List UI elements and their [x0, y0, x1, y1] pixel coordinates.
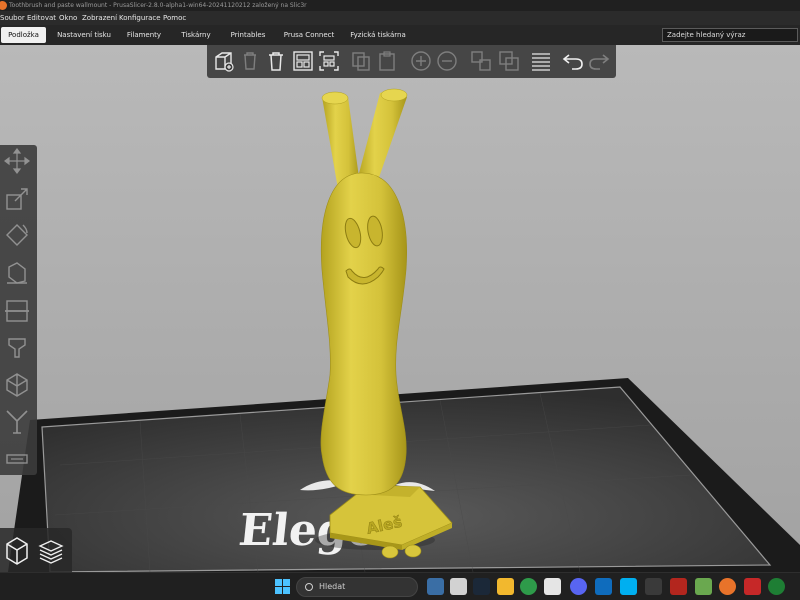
prusaslicer-app-icon[interactable]: [719, 578, 736, 595]
add-icon[interactable]: [212, 49, 236, 73]
move-icon[interactable]: [3, 147, 31, 175]
menu-bar: Soubor Editovat Okno Zobrazení Konfigura…: [0, 11, 800, 25]
add-instance-icon[interactable]: [409, 49, 433, 73]
media-app-icon[interactable]: [645, 578, 662, 595]
split-objects-icon[interactable]: [469, 49, 493, 73]
preview-layers-icon[interactable]: [36, 534, 66, 566]
calculator-app-icon[interactable]: [427, 578, 444, 595]
os-taskbar: Hledat: [0, 572, 800, 600]
search-icon: [305, 583, 313, 591]
remove-instance-icon[interactable]: [435, 49, 459, 73]
undo-icon[interactable]: [561, 49, 585, 73]
windows-start-icon[interactable]: [274, 578, 291, 595]
prusaslicer-logo-icon: [0, 1, 7, 10]
tab-physical-printer[interactable]: Fyzická tiskárna: [346, 27, 410, 43]
app-icon-shield[interactable]: [744, 578, 761, 595]
scale-icon[interactable]: [3, 185, 31, 213]
arrange-selection-icon[interactable]: [317, 49, 341, 73]
split-parts-icon[interactable]: [497, 49, 521, 73]
copy-icon[interactable]: [349, 49, 373, 73]
menu-file[interactable]: Soubor: [0, 11, 25, 25]
tab-printers[interactable]: Tiskárny: [174, 27, 218, 43]
emboss-icon[interactable]: [3, 445, 31, 473]
menu-view[interactable]: Zobrazení: [82, 11, 117, 25]
window-title: Toothbrush and paste wallmount - PrusaSl…: [9, 2, 307, 9]
place-on-face-icon[interactable]: [3, 259, 31, 287]
tab-bar: Podložka Nastavení tisku Filamenty Tiská…: [0, 25, 800, 45]
cut-icon[interactable]: [3, 297, 31, 325]
tab-prusa-connect[interactable]: Prusa Connect: [280, 27, 338, 43]
taskbar-search-input[interactable]: Hledat: [296, 577, 418, 597]
app-icon-green[interactable]: [695, 578, 712, 595]
seam-paint-icon[interactable]: [3, 371, 31, 399]
delete-icon[interactable]: [238, 49, 262, 73]
discord-app-icon[interactable]: [570, 578, 587, 595]
3d-viewport[interactable]: Elegoo Aleš: [0, 45, 800, 572]
mmu-paint-icon[interactable]: [3, 407, 31, 435]
view-mode-toggles: [0, 528, 72, 572]
support-paint-icon[interactable]: [3, 333, 31, 361]
delete-all-icon[interactable]: [264, 49, 288, 73]
tab-print-settings[interactable]: Nastavení tisku: [54, 27, 114, 43]
tab-printables[interactable]: Printables: [226, 27, 270, 43]
menu-window[interactable]: Okno: [59, 11, 77, 25]
app-icon-red[interactable]: [670, 578, 687, 595]
search-input[interactable]: Zadejte hledaný výraz: [662, 28, 798, 42]
file-explorer-icon[interactable]: [497, 578, 514, 595]
paste-icon[interactable]: [375, 49, 399, 73]
store-app-icon[interactable]: [544, 578, 561, 595]
top-toolbar: [207, 45, 616, 78]
app-icon-circle[interactable]: [768, 578, 785, 595]
redo-icon[interactable]: [587, 49, 611, 73]
tab-plater[interactable]: Podložka: [1, 27, 46, 43]
left-gizmo-toolbar: [0, 145, 37, 475]
rotate-icon[interactable]: [3, 221, 31, 249]
menu-configuration[interactable]: Konfigurace: [119, 11, 161, 25]
window-title-bar: Toothbrush and paste wallmount - PrusaSl…: [0, 0, 800, 11]
app-icon[interactable]: [450, 578, 467, 595]
arrange-icon[interactable]: [291, 49, 315, 73]
menu-help[interactable]: Pomoc: [163, 11, 186, 25]
scene-canvas: Elegoo Aleš: [8, 88, 800, 572]
3d-view-icon[interactable]: [2, 534, 32, 566]
skype-app-icon[interactable]: [620, 578, 637, 595]
menu-edit[interactable]: Editovat: [27, 11, 56, 25]
tab-filaments[interactable]: Filamenty: [122, 27, 166, 43]
steam-app-icon[interactable]: [473, 578, 490, 595]
chrome-app-icon[interactable]: [520, 578, 537, 595]
outlook-app-icon[interactable]: [595, 578, 612, 595]
variable-layer-height-icon[interactable]: [529, 49, 553, 73]
